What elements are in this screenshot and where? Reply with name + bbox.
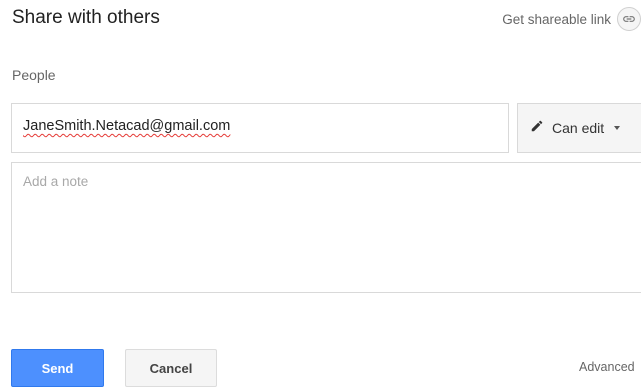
share-dialog: Share with others Get shareable link Peo… [0, 0, 641, 387]
email-field[interactable]: JaneSmith.Netacad@gmail.com [23, 118, 230, 134]
caret-down-icon [614, 126, 621, 130]
link-icon [617, 7, 641, 31]
people-input-box[interactable]: JaneSmith.Netacad@gmail.com [11, 103, 509, 153]
dialog-title: Share with others [12, 7, 160, 28]
pencil-icon [530, 119, 544, 138]
get-shareable-link-button[interactable]: Get shareable link [502, 7, 641, 31]
send-button[interactable]: Send [11, 349, 104, 387]
permission-dropdown[interactable]: Can edit [517, 103, 641, 153]
permission-label: Can edit [552, 120, 605, 136]
note-textarea[interactable]: Add a note [11, 162, 641, 293]
cancel-button[interactable]: Cancel [125, 349, 217, 387]
people-label: People [12, 67, 56, 83]
advanced-link[interactable]: Advanced [579, 360, 635, 374]
get-shareable-link-label: Get shareable link [502, 11, 611, 27]
note-placeholder: Add a note [23, 174, 89, 189]
